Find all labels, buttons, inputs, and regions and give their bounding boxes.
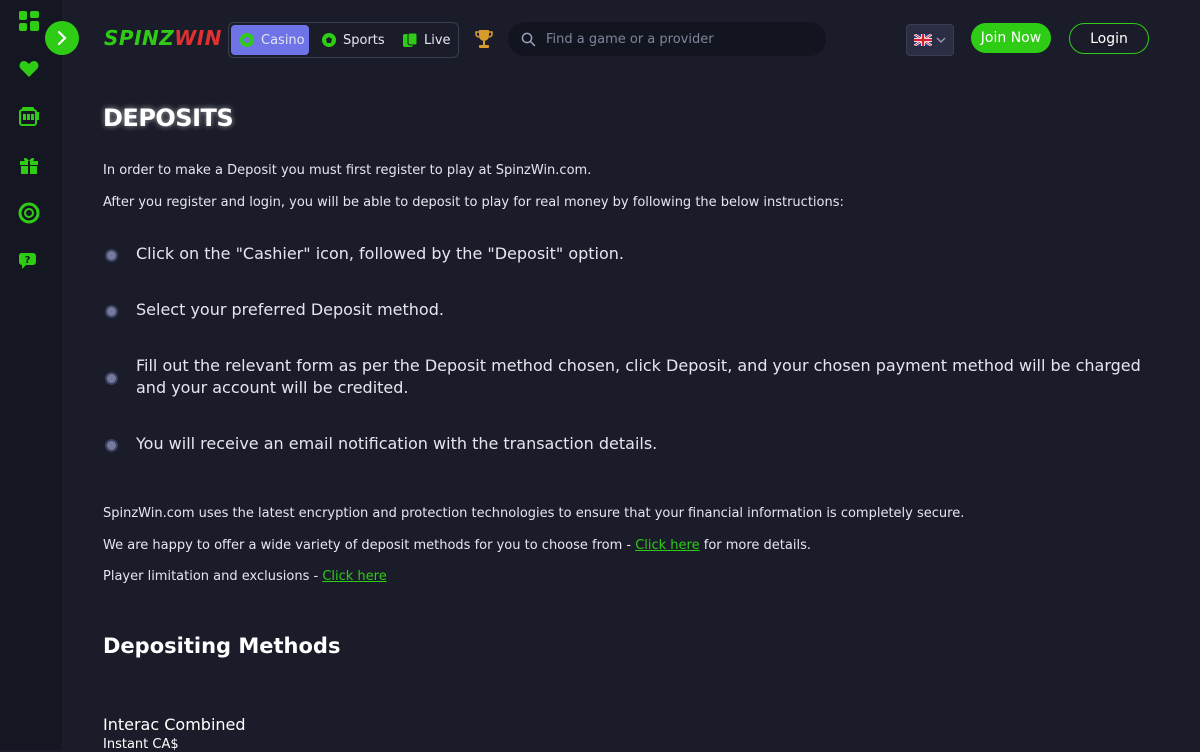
tab-live[interactable]: Live [402, 25, 451, 55]
casino-chip-icon [239, 32, 255, 48]
bullet-icon [105, 249, 118, 262]
intro-text-2: After you register and login, you will b… [103, 195, 844, 210]
page-title: DEPOSITS [103, 104, 234, 132]
methods-prefix: We are happy to offer a wide variety of … [103, 538, 636, 553]
live-cards-icon [402, 32, 418, 48]
limits-prefix: Player limitation and exclusions - [103, 569, 323, 584]
method-name: Interac Combined [103, 715, 246, 734]
grid-icon[interactable] [16, 8, 42, 34]
step-text: Click on the "Cashier" icon, followed by… [136, 244, 625, 263]
search-icon [521, 32, 536, 47]
methods-suffix: for more details. [699, 538, 811, 553]
search-bar[interactable] [508, 22, 826, 56]
sidebar: ? [0, 0, 62, 750]
limits-text: Player limitation and exclusions - Click… [103, 569, 387, 584]
methods-text: We are happy to offer a wide variety of … [103, 538, 811, 553]
language-selector[interactable] [906, 24, 954, 56]
login-button[interactable]: Login [1069, 23, 1149, 54]
step-text: Select your preferred Deposit method. [136, 300, 444, 319]
bullet-icon [105, 372, 118, 385]
chat-support-icon[interactable]: ? [16, 248, 42, 274]
step-text: You will receive an email notification w… [136, 434, 658, 453]
security-text: SpinzWin.com uses the latest encryption … [103, 506, 965, 521]
heart-icon[interactable] [16, 56, 42, 82]
uk-flag-icon [914, 34, 932, 46]
join-now-button[interactable]: Join Now [971, 23, 1051, 53]
methods-click-here-link[interactable]: Click here [635, 538, 699, 553]
bullet-icon [105, 439, 118, 452]
tab-sports-label: Sports [343, 32, 385, 48]
sidebar-expand-button[interactable] [45, 21, 79, 55]
gift-icon[interactable] [16, 152, 42, 178]
chevron-right-icon [57, 31, 67, 45]
soccer-ball-icon [321, 32, 337, 48]
svg-text:?: ? [25, 255, 31, 266]
intro-text-1: In order to make a Deposit you must firs… [103, 163, 592, 178]
slot-machine-icon[interactable] [16, 104, 42, 130]
trophy-icon[interactable] [474, 28, 494, 54]
section-title: Depositing Methods [103, 634, 341, 658]
tab-live-label: Live [424, 32, 451, 48]
lifebuoy-icon[interactable] [16, 200, 42, 226]
top-navigation: SPINZWIN Casino Sports Live Find a game … [62, 0, 1200, 78]
tab-casino[interactable]: Casino [231, 25, 309, 55]
brand-logo[interactable]: SPINZWIN [104, 26, 222, 50]
bullet-icon [105, 305, 118, 318]
limits-click-here-link[interactable]: Click here [322, 569, 386, 584]
step-text: Fill out the relevant form as per the De… [136, 356, 1141, 397]
chevron-down-icon [936, 37, 946, 43]
search-input[interactable] [544, 30, 808, 48]
tab-casino-label: Casino [261, 32, 305, 48]
tab-sports[interactable]: Sports [321, 25, 385, 55]
category-tabs: Casino Sports Live [228, 22, 459, 58]
